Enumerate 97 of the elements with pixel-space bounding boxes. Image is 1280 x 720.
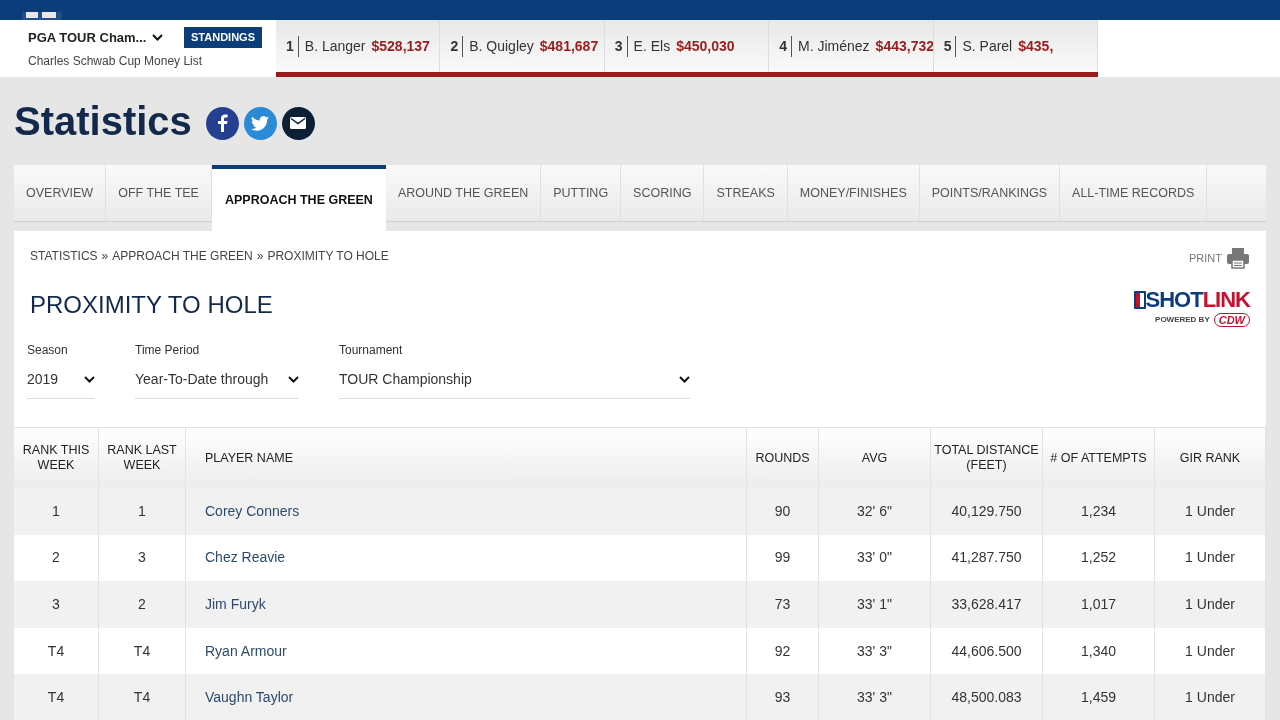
table-cell-text: 33' 3" (857, 641, 892, 661)
facebook-icon[interactable] (205, 106, 239, 140)
table-cell-text: 33' 1" (857, 595, 892, 614)
table-cell-text: 1,340 (1080, 641, 1116, 661)
table-cell-text: 33' 3" (857, 688, 892, 708)
player-link[interactable]: Jim Furyk (205, 594, 266, 615)
category-tab[interactable]: OVERVIEW (14, 165, 107, 221)
table-cell-text: 73 (774, 595, 791, 614)
standings-ticker-item[interactable]: 4 M. Jiménez $443,732 (769, 20, 934, 72)
table-cell-text: 1 (138, 501, 146, 521)
money-list-subtitle: Charles Schwab Cup Money List (28, 52, 204, 70)
table-cell-text: 1,252 (1080, 548, 1116, 568)
chevron-down-icon (288, 376, 299, 383)
table-cell-text: 33' 0" (857, 548, 892, 568)
page-title: Statistics (14, 98, 192, 145)
printer-icon[interactable] (1226, 247, 1250, 269)
table-cell-text: 41,287.750 (951, 548, 1022, 568)
filter-label: Season (27, 342, 69, 359)
player-name: B. Langer (304, 36, 366, 56)
player-name: E. Els (633, 36, 671, 56)
table-cell-text: 1 Under (1185, 595, 1235, 614)
player-link[interactable]: Vaughn Taylor (205, 687, 294, 709)
category-tab[interactable]: ALL-TIME RECORDS (1060, 165, 1208, 221)
player-link[interactable]: Chez Reavie (205, 547, 286, 569)
rank: 1 (286, 35, 299, 57)
logo-icon[interactable] (22, 12, 62, 20)
category-tab[interactable]: OFF THE TEE (106, 165, 212, 221)
table-cell-text: 3 (52, 595, 60, 614)
table-cell-text: 32' 6" (857, 501, 892, 521)
player-link[interactable]: Ryan Armour (205, 640, 287, 662)
standings-ticker-item[interactable]: 3 E. Els $450,030 (604, 20, 770, 72)
filter-label: Tournament (339, 342, 404, 359)
shotlink-logo: SHOTLINK POWERED BY CDW (1133, 283, 1250, 327)
print-link[interactable]: PRINT (1189, 249, 1222, 267)
breadcrumb-link[interactable]: APPROACH THE GREEN (112, 247, 253, 265)
table-cell-text: 1,017 (1080, 595, 1116, 614)
table-cell-text: 1 Under (1185, 548, 1235, 568)
rank: 5 (943, 35, 957, 57)
twitter-icon[interactable] (243, 106, 277, 140)
money-amount: $435, (1018, 36, 1054, 56)
breadcrumb-separator: » (101, 248, 109, 265)
filter-label: Time Period (135, 342, 201, 359)
filter-dropdown[interactable]: 2019 (27, 369, 95, 399)
table-cell-text: 1 (52, 501, 60, 521)
breadcrumb-separator: » (256, 248, 264, 265)
table-cell-text: 33,628.417 (951, 595, 1022, 614)
player-name: S. Parel (962, 36, 1013, 56)
standings-ticker-item[interactable]: 5 S. Parel $435, (933, 20, 1099, 72)
table-cell-text: 1,459 (1080, 688, 1116, 708)
breadcrumb-link[interactable]: STATISTICS (30, 247, 98, 265)
chevron-down-icon (679, 376, 690, 383)
table-cell-text: T4 (133, 688, 151, 708)
tour-selector[interactable]: PGA TOUR Cham... (28, 27, 147, 48)
rank: 3 (614, 35, 628, 57)
standings-ticker-item[interactable]: 1 B. Langer $528,137 (276, 20, 441, 72)
player-link[interactable]: Corey Conners (205, 500, 300, 522)
table-cell-text: 40,129.750 (951, 501, 1022, 521)
table-cell-text: 1 Under (1185, 688, 1235, 708)
player-name: B. Quigley (469, 36, 534, 56)
table-cell-text: T4 (47, 641, 65, 661)
table-cell-text: 93 (774, 688, 791, 708)
filter-dropdown[interactable]: Year-To-Date through (135, 369, 299, 399)
player-name: M. Jiménez (798, 36, 870, 56)
stat-title: PROXIMITY TO HOLE (30, 290, 274, 320)
table-cell-text: 48,500.083 (951, 688, 1022, 708)
table-cell-text: 1,234 (1080, 501, 1116, 521)
table-cell-text: 2 (52, 548, 60, 568)
table-cell-text: 3 (138, 548, 146, 568)
table-cell-text: 44,606.500 (951, 641, 1022, 661)
money-amount: $443,732 (875, 36, 933, 56)
category-tab[interactable]: POINTS/RANKINGS (919, 165, 1061, 221)
category-tab[interactable]: SCORING (621, 165, 705, 221)
standings-ticker-item[interactable]: 2 B. Quigley $481,687 (440, 20, 605, 72)
chevron-down-icon (152, 34, 164, 41)
table-cell-text: 1 Under (1185, 501, 1235, 521)
rank: 2 (450, 35, 464, 57)
email-icon[interactable] (281, 106, 315, 140)
table-cell-text: 92 (774, 641, 791, 661)
table-cell-text: 1 Under (1185, 641, 1235, 661)
category-tab[interactable]: AROUND THE GREEN (385, 165, 542, 221)
category-tab[interactable]: STREAKS (704, 165, 788, 221)
table-cell-text: 99 (774, 548, 791, 568)
category-tab[interactable]: APPROACH THE GREEN (211, 165, 386, 231)
table-cell-text: 90 (774, 501, 791, 521)
table-cell-text: 2 (138, 595, 146, 614)
category-tab[interactable]: MONEY/FINISHES (787, 165, 920, 221)
rank: 4 (779, 35, 792, 57)
filter-dropdown[interactable]: TOUR Championship (339, 369, 690, 399)
money-amount: $528,137 (371, 36, 430, 56)
standings-button[interactable]: STANDINGS (184, 27, 262, 48)
chevron-down-icon (84, 376, 95, 383)
table-cell-text: T4 (133, 641, 151, 661)
table-cell-text: T4 (47, 688, 65, 708)
breadcrumb-link[interactable]: PROXIMITY TO HOLE (267, 247, 389, 265)
money-amount: $450,030 (676, 36, 735, 56)
category-tab[interactable]: PUTTING (541, 165, 622, 221)
money-amount: $481,687 (539, 36, 599, 56)
